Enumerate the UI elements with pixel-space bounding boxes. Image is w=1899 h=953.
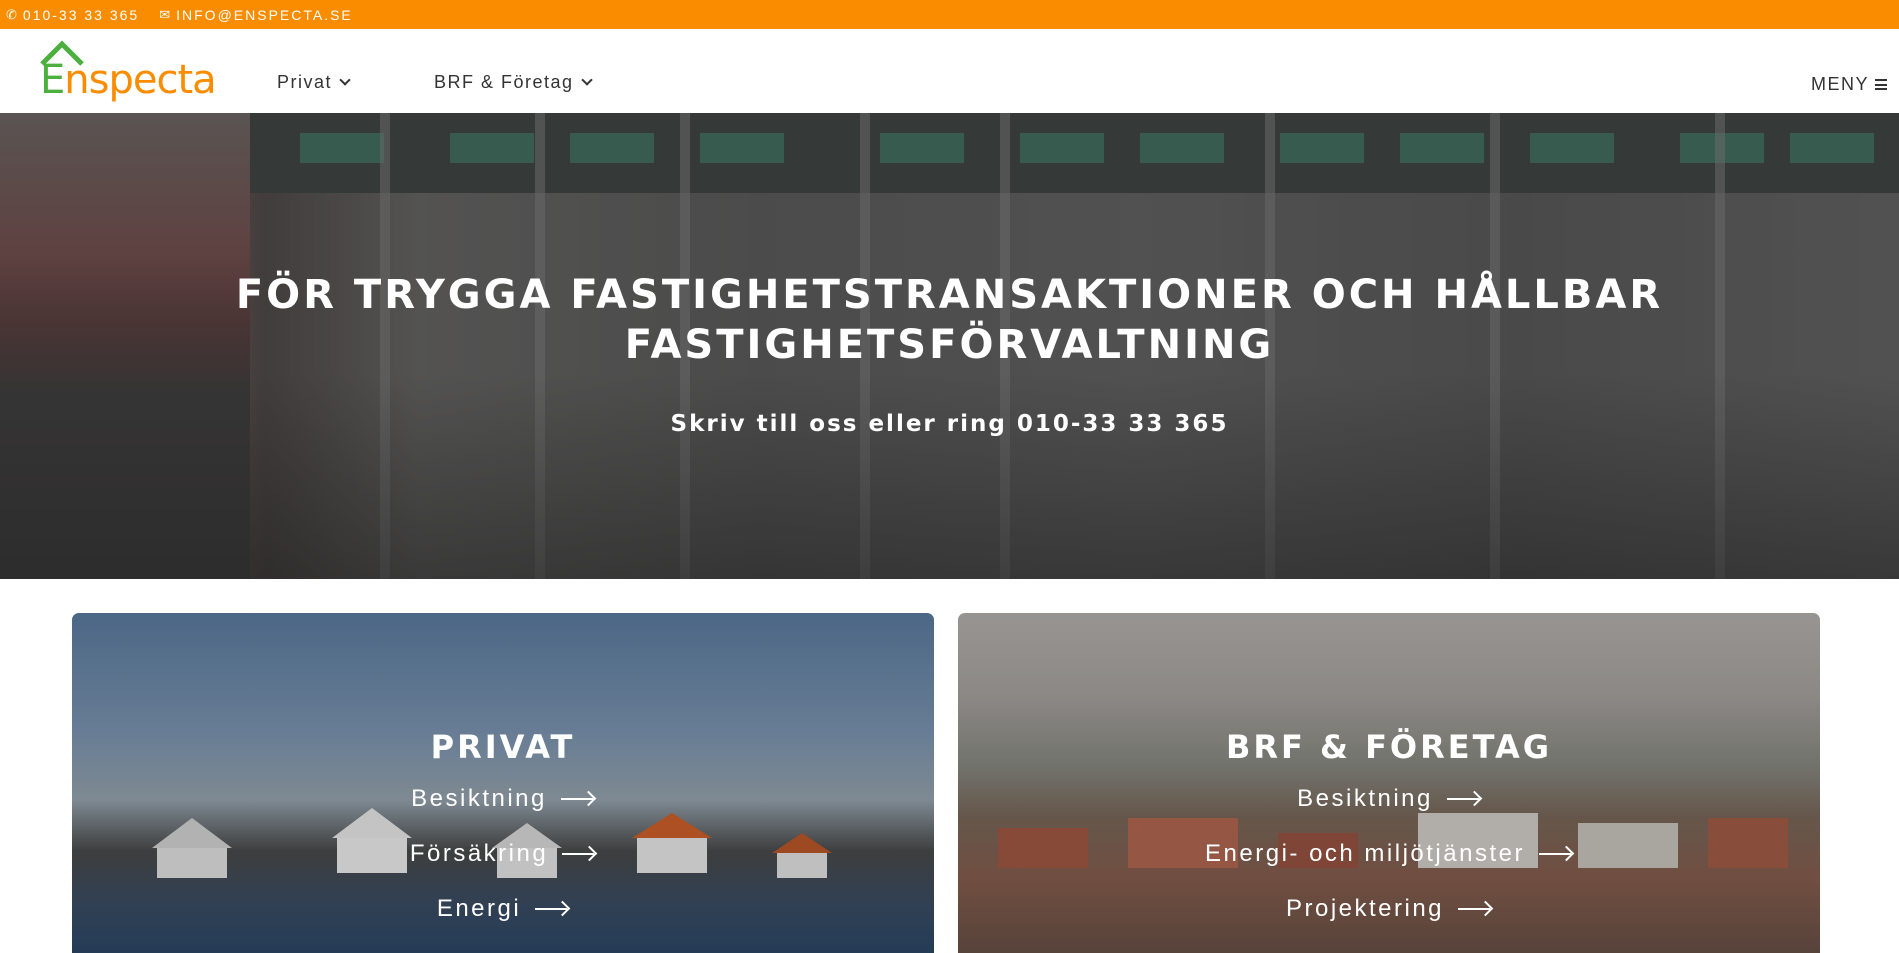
menu-label: MENY <box>1810 74 1869 94</box>
nav-brf-foretag[interactable]: BRF & Företag <box>434 72 593 93</box>
email-link[interactable]: ✉ INFO@ENSPECTA.SE <box>159 7 353 23</box>
logo-wordmark: Enspecta <box>40 57 217 103</box>
card-title: BRF & FÖRETAG <box>1225 728 1552 766</box>
link-privat-besiktning[interactable]: Besiktning <box>72 785 934 813</box>
top-contact-bar: ✆ 010-33 33 365 ✉ INFO@ENSPECTA.SE <box>0 0 1899 29</box>
arrow-right-icon <box>1458 902 1492 916</box>
hero-subtitle: Skriv till oss eller ring 010-33 33 365 <box>670 411 1229 437</box>
enspecta-logo[interactable]: Enspecta <box>40 40 222 102</box>
nav-privat[interactable]: Privat <box>277 72 351 93</box>
card-privat[interactable]: PRIVAT Besiktning Försäkring Energi <box>72 613 934 953</box>
hamburger-icon <box>1875 79 1887 90</box>
email-address: INFO@ENSPECTA.SE <box>176 6 353 23</box>
link-privat-energi[interactable]: Energi <box>72 895 934 923</box>
link-brf-besiktning[interactable]: Besiktning <box>958 785 1820 813</box>
link-label: Försäkring <box>409 840 549 867</box>
card-brf-foretag[interactable]: BRF & FÖRETAG Besiktning Energi- och mil… <box>958 613 1820 953</box>
arrow-right-icon <box>560 792 595 806</box>
link-label: Besiktning <box>1297 785 1433 812</box>
arrow-right-icon <box>562 847 596 861</box>
chevron-down-icon <box>339 74 351 86</box>
phone-icon: ✆ <box>6 6 19 22</box>
phone-number: 010-33 33 365 <box>22 6 140 23</box>
nav-brf-label: BRF & Företag <box>434 72 574 92</box>
menu-button[interactable]: MENY <box>1811 74 1887 95</box>
phone-link[interactable]: ✆ 010-33 33 365 <box>6 7 139 23</box>
nav-privat-label: Privat <box>277 72 333 92</box>
card-title: PRIVAT <box>430 728 576 766</box>
hero-title: FÖR TRYGGA FASTIGHETSTRANSAKTIONER OCH H… <box>235 272 1664 368</box>
link-label: Energi <box>436 895 522 922</box>
link-brf-energi-miljo[interactable]: Energi- och miljötjänster <box>958 840 1820 868</box>
site-header: Enspecta Privat BRF & Företag MENY <box>0 29 1899 113</box>
arrow-right-icon <box>1538 847 1573 861</box>
link-label: Projektering <box>1285 895 1445 922</box>
arrow-right-icon <box>1446 792 1481 806</box>
hero-banner: FÖR TRYGGA FASTIGHETSTRANSAKTIONER OCH H… <box>0 113 1899 579</box>
link-label: Besiktning <box>411 785 547 812</box>
mail-icon: ✉ <box>159 6 173 22</box>
arrow-right-icon <box>535 902 569 916</box>
chevron-down-icon <box>580 74 593 86</box>
link-brf-projektering[interactable]: Projektering <box>958 895 1820 923</box>
link-privat-forsakring[interactable]: Försäkring <box>72 840 934 868</box>
link-label: Energi- och miljötjänster <box>1205 840 1525 867</box>
